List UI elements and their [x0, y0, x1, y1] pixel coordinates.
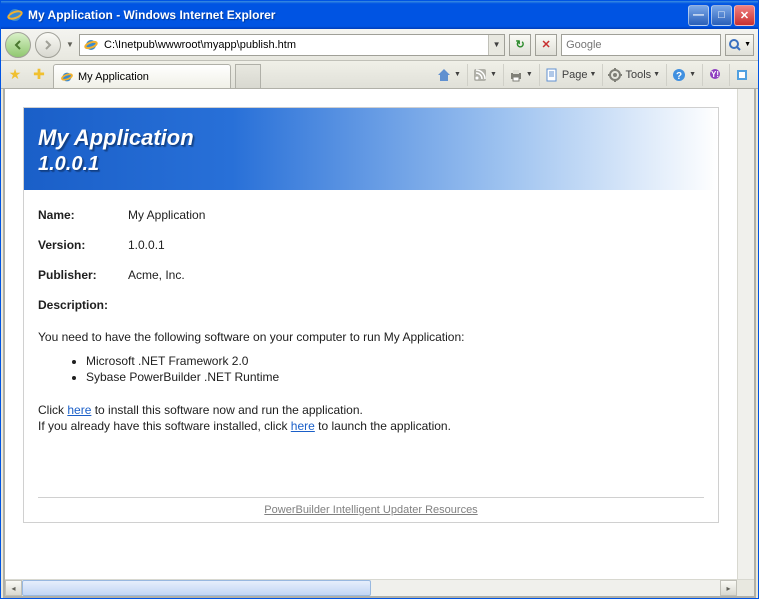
window-title: My Application - Windows Internet Explor…	[28, 8, 688, 22]
refresh-button[interactable]: ↻	[509, 34, 531, 56]
horizontal-scrollbar[interactable]: ◂ ▸	[5, 579, 754, 596]
ie-tab-icon	[60, 70, 74, 84]
minimize-button[interactable]: —	[688, 5, 709, 26]
tab-bar: ★ ✚ My Application ▼ ▼ ▼ Page▼ Tools▼ ?▼…	[1, 61, 758, 89]
install-link[interactable]: here	[67, 403, 91, 417]
nav-history-dropdown[interactable]: ▼	[65, 40, 75, 49]
browser-window: My Application - Windows Internet Explor…	[0, 0, 759, 599]
description-label: Description:	[38, 298, 704, 312]
tab-label: My Application	[78, 71, 149, 83]
resources-link[interactable]: PowerBuilder Intelligent Updater Resourc…	[264, 504, 477, 516]
browser-tab[interactable]: My Application	[53, 64, 231, 88]
nav-bar: ▼ ▼ ↻ ✕ ▼	[1, 29, 758, 61]
feeds-button[interactable]: ▼	[467, 64, 501, 86]
titlebar: My Application - Windows Internet Explor…	[1, 1, 758, 29]
ie-page-icon	[83, 37, 99, 53]
messenger-button[interactable]: Y!	[702, 64, 727, 86]
vertical-scrollbar[interactable]	[737, 89, 754, 579]
new-tab-button[interactable]	[235, 64, 261, 88]
requirements-list: Microsoft .NET Framework 2.0 Sybase Powe…	[86, 354, 704, 384]
version-label: Version:	[38, 238, 128, 252]
address-input[interactable]	[102, 39, 488, 51]
svg-text:?: ?	[676, 71, 682, 82]
stop-button[interactable]: ✕	[535, 34, 557, 56]
list-item: Microsoft .NET Framework 2.0	[86, 354, 704, 368]
forward-button[interactable]	[35, 32, 61, 58]
back-button[interactable]	[5, 32, 31, 58]
search-button[interactable]: ▼	[725, 34, 754, 56]
name-label: Name:	[38, 208, 128, 222]
banner-title: My Application	[38, 124, 704, 153]
requirements-intro: You need to have the following software …	[38, 330, 704, 344]
name-value: My Application	[128, 208, 205, 222]
scroll-left-button[interactable]: ◂	[5, 580, 22, 596]
scroll-right-button[interactable]: ▸	[720, 580, 737, 596]
page-footer: PowerBuilder Intelligent Updater Resourc…	[38, 497, 704, 522]
install-instructions: Click here to install this software now …	[38, 402, 704, 436]
address-dropdown[interactable]: ▼	[488, 35, 504, 55]
publisher-label: Publisher:	[38, 268, 128, 282]
home-button[interactable]: ▼	[432, 64, 465, 86]
version-value: 1.0.0.1	[128, 238, 165, 252]
banner: My Application 1.0.0.1	[24, 108, 718, 190]
content-area: My Application 1.0.0.1 Name:My Applicati…	[3, 89, 756, 598]
search-input[interactable]	[562, 39, 720, 51]
ie-icon	[7, 7, 23, 23]
address-bar[interactable]: ▼	[79, 34, 505, 56]
svg-text:Y!: Y!	[711, 70, 719, 79]
maximize-button[interactable]: □	[711, 5, 732, 26]
close-button[interactable]: ✕	[734, 5, 755, 26]
launch-link[interactable]: here	[291, 419, 315, 433]
publish-page: My Application 1.0.0.1 Name:My Applicati…	[23, 107, 719, 523]
print-button[interactable]: ▼	[503, 64, 537, 86]
banner-version: 1.0.0.1	[38, 153, 704, 176]
list-item: Sybase PowerBuilder .NET Runtime	[86, 370, 704, 384]
page-menu[interactable]: Page▼	[539, 64, 601, 86]
favorites-button[interactable]: ★	[5, 65, 25, 85]
add-favorite-button[interactable]: ✚	[29, 65, 49, 85]
scroll-thumb[interactable]	[22, 580, 371, 596]
publisher-value: Acme, Inc.	[128, 268, 185, 282]
help-button[interactable]: ?▼	[666, 64, 700, 86]
research-button[interactable]	[729, 64, 754, 86]
search-bar[interactable]	[561, 34, 721, 56]
tools-menu[interactable]: Tools▼	[602, 64, 664, 86]
